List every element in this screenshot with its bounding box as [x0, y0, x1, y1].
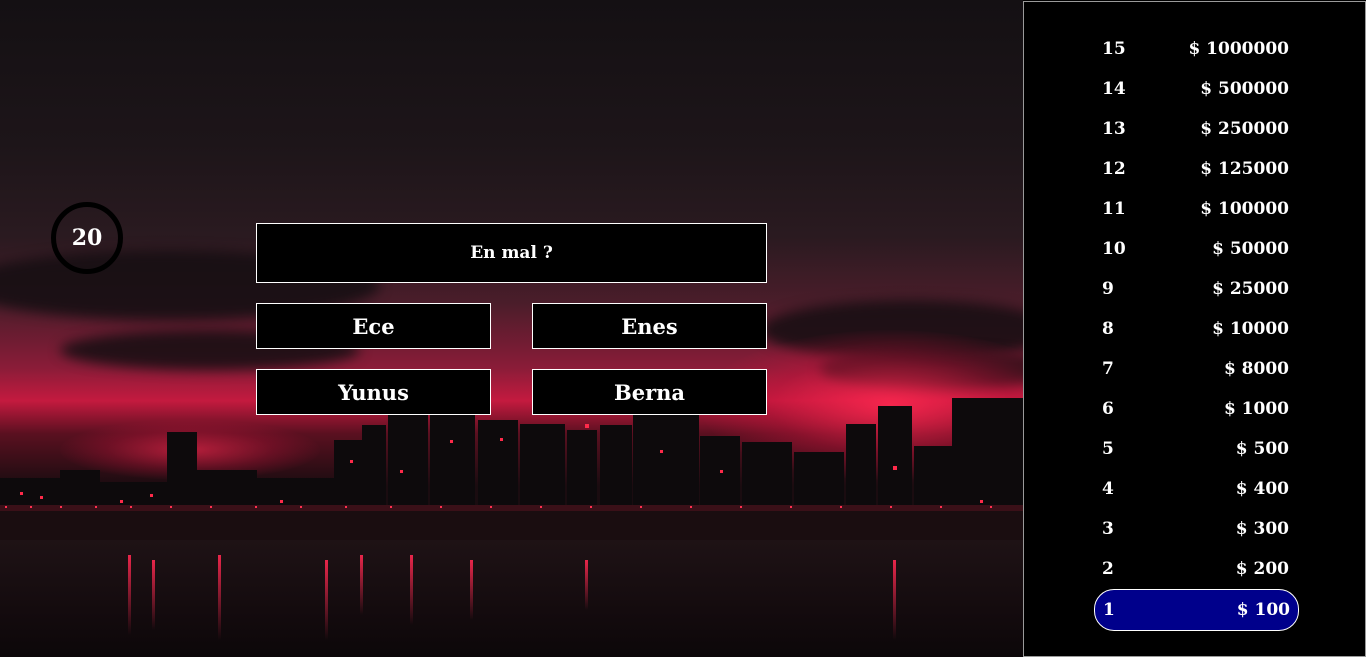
prize-level-5: 5 $ 500 — [1094, 429, 1297, 469]
level-amount: $ 500 — [1235, 439, 1289, 459]
answer-label: Berna — [613, 379, 686, 405]
level-number: 6 — [1102, 399, 1114, 419]
light-reflection — [410, 555, 413, 625]
background-city-scene — [0, 0, 1023, 657]
prize-level-4: 4 $ 400 — [1094, 469, 1297, 509]
prize-level-2: 2 $ 200 — [1094, 549, 1297, 589]
light-reflection — [152, 560, 155, 630]
prize-level-8: 8 $ 10000 — [1094, 309, 1297, 349]
answer-label: Ece — [352, 313, 395, 339]
level-amount: $ 8000 — [1223, 359, 1289, 379]
question-text: En mal ? — [470, 243, 553, 263]
level-amount: $ 200 — [1235, 559, 1289, 579]
level-number: 7 — [1102, 359, 1114, 379]
level-amount: $ 100 — [1236, 600, 1290, 620]
prize-level-3: 3 $ 300 — [1094, 509, 1297, 549]
answer-label: Enes — [621, 313, 678, 339]
level-number: 13 — [1102, 119, 1126, 139]
level-number: 10 — [1102, 239, 1126, 259]
light-reflection — [585, 560, 588, 610]
prize-ladder: 15 $ 1000000 14 $ 500000 13 $ 250000 12 … — [1023, 1, 1366, 657]
light-reflection — [128, 555, 131, 635]
level-amount: $ 400 — [1235, 479, 1289, 499]
level-amount: $ 500000 — [1200, 79, 1289, 99]
level-number: 4 — [1102, 479, 1114, 499]
prize-level-13: 13 $ 250000 — [1094, 109, 1297, 149]
level-amount: $ 125000 — [1200, 159, 1289, 179]
light-reflection — [893, 560, 896, 640]
level-amount: $ 250000 — [1200, 119, 1289, 139]
prize-level-11: 11 $ 100000 — [1094, 189, 1297, 229]
level-amount: $ 300 — [1235, 519, 1289, 539]
prize-level-14: 14 $ 500000 — [1094, 69, 1297, 109]
level-number: 9 — [1102, 279, 1114, 299]
prize-level-10: 10 $ 50000 — [1094, 229, 1297, 269]
level-amount: $ 10000 — [1212, 319, 1289, 339]
light-reflection — [470, 560, 473, 620]
light-reflection — [325, 560, 328, 640]
countdown-timer: 20 — [51, 202, 123, 274]
timer-value: 20 — [71, 225, 103, 251]
level-number: 1 — [1103, 600, 1115, 620]
answer-button-c[interactable]: Yunus — [256, 369, 491, 415]
light-reflection — [360, 555, 363, 615]
level-number: 5 — [1102, 439, 1114, 459]
level-amount: $ 25000 — [1212, 279, 1289, 299]
level-number: 3 — [1102, 519, 1114, 539]
question-box: En mal ? — [256, 223, 767, 283]
level-number: 15 — [1102, 39, 1126, 59]
level-number: 12 — [1102, 159, 1126, 179]
level-number: 8 — [1102, 319, 1114, 339]
level-amount: $ 1000 — [1223, 399, 1289, 419]
prize-level-12: 12 $ 125000 — [1094, 149, 1297, 189]
prize-level-7: 7 $ 8000 — [1094, 349, 1297, 389]
answer-button-b[interactable]: Enes — [532, 303, 767, 349]
level-amount: $ 50000 — [1212, 239, 1289, 259]
prize-level-9: 9 $ 25000 — [1094, 269, 1297, 309]
level-number: 11 — [1102, 199, 1126, 219]
answer-label: Yunus — [338, 379, 409, 405]
answer-button-a[interactable]: Ece — [256, 303, 491, 349]
level-amount: $ 1000000 — [1188, 39, 1289, 59]
prize-level-6: 6 $ 1000 — [1094, 389, 1297, 429]
level-number: 2 — [1102, 559, 1114, 579]
level-amount: $ 100000 — [1200, 199, 1289, 219]
level-number: 14 — [1102, 79, 1126, 99]
answer-button-d[interactable]: Berna — [532, 369, 767, 415]
prize-level-1-current: 1 $ 100 — [1094, 589, 1299, 631]
light-reflection — [218, 555, 221, 640]
prize-level-15: 15 $ 1000000 — [1094, 29, 1297, 69]
